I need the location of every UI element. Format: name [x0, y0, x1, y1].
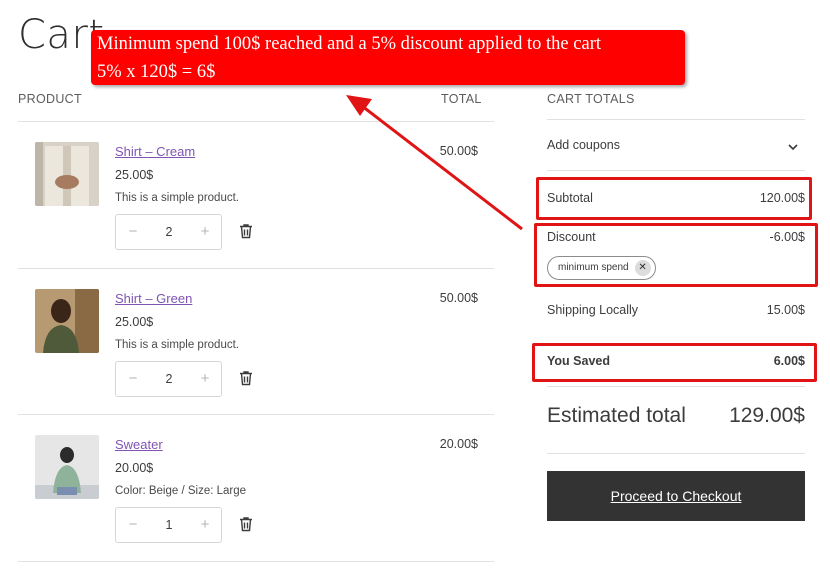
- proceed-to-checkout-button[interactable]: Proceed to Checkout: [547, 471, 805, 521]
- unit-price: 25.00$: [115, 168, 154, 182]
- estimated-total-value: 129.00$: [729, 404, 805, 427]
- decrease-quantity-button[interactable]: −: [126, 223, 140, 240]
- increase-quantity-button[interactable]: +: [198, 223, 212, 240]
- coupon-chip: minimum spend ✕: [547, 256, 656, 280]
- quantity-input[interactable]: 2: [156, 225, 182, 239]
- unit-price: 20.00$: [115, 461, 154, 475]
- line-total: 50.00$: [439, 291, 478, 305]
- row-divider: [18, 561, 494, 562]
- add-coupons-toggle[interactable]: Add coupons: [547, 138, 620, 152]
- increase-quantity-button[interactable]: +: [198, 516, 212, 533]
- cart-totals-heading: CART TOTALS: [547, 92, 635, 106]
- subtotal-label: Subtotal: [547, 191, 593, 205]
- total-column-header: TOTAL: [441, 92, 482, 106]
- annotation-line-1: Minimum spend 100$ reached and a 5% disc…: [97, 34, 601, 54]
- you-saved-label: You Saved: [547, 354, 610, 368]
- line-total: 20.00$: [439, 437, 478, 451]
- coupon-chip-label: minimum spend: [558, 262, 629, 273]
- product-thumbnail[interactable]: [35, 435, 99, 499]
- remove-coupon-icon[interactable]: ✕: [634, 260, 651, 276]
- line-total: 50.00$: [439, 144, 478, 158]
- product-link[interactable]: Shirt – Cream: [115, 144, 195, 159]
- product-link[interactable]: Shirt – Green: [115, 291, 192, 306]
- cart-item: Shirt – Cream 25.00$ This is a simple pr…: [18, 122, 494, 268]
- totals-divider: [547, 119, 805, 120]
- quantity-stepper: − 1 +: [115, 507, 222, 543]
- quantity-stepper: − 2 +: [115, 214, 222, 250]
- trash-icon[interactable]: [237, 369, 255, 387]
- product-link[interactable]: Sweater: [115, 437, 163, 452]
- product-description: This is a simple product.: [115, 339, 239, 351]
- shipping-value: 15.00$: [766, 303, 805, 317]
- unit-price: 25.00$: [115, 315, 154, 329]
- annotation-line-2: 5% x 120$ = 6$: [97, 62, 216, 82]
- product-column-header: PRODUCT: [18, 92, 82, 106]
- subtotal-value: 120.00$: [759, 191, 805, 205]
- increase-quantity-button[interactable]: +: [198, 370, 212, 387]
- shipping-label: Shipping Locally: [547, 303, 639, 317]
- discount-value: -6.00$: [769, 230, 805, 244]
- totals-divider: [547, 170, 805, 171]
- annotation-callout: Minimum spend 100$ reached and a 5% disc…: [91, 30, 685, 85]
- totals-divider: [547, 386, 805, 387]
- quantity-stepper: − 2 +: [115, 361, 222, 397]
- quantity-input[interactable]: 1: [156, 518, 182, 532]
- decrease-quantity-button[interactable]: −: [126, 370, 140, 387]
- trash-icon[interactable]: [237, 222, 255, 240]
- chevron-down-icon[interactable]: [786, 140, 800, 154]
- product-description: This is a simple product.: [115, 192, 239, 204]
- decrease-quantity-button[interactable]: −: [126, 516, 140, 533]
- you-saved-value: 6.00$: [773, 354, 805, 368]
- cart-item: Sweater 20.00$ Color: Beige / Size: Larg…: [18, 415, 494, 561]
- trash-icon[interactable]: [237, 515, 255, 533]
- product-thumbnail[interactable]: [35, 142, 99, 206]
- product-thumbnail[interactable]: [35, 289, 99, 353]
- product-description: Color: Beige / Size: Large: [115, 485, 247, 497]
- estimated-total-label: Estimated total: [547, 404, 686, 427]
- quantity-input[interactable]: 2: [156, 372, 182, 386]
- totals-divider: [547, 453, 805, 454]
- discount-label: Discount: [547, 230, 596, 244]
- cart-item: Shirt – Green 25.00$ This is a simple pr…: [18, 269, 494, 415]
